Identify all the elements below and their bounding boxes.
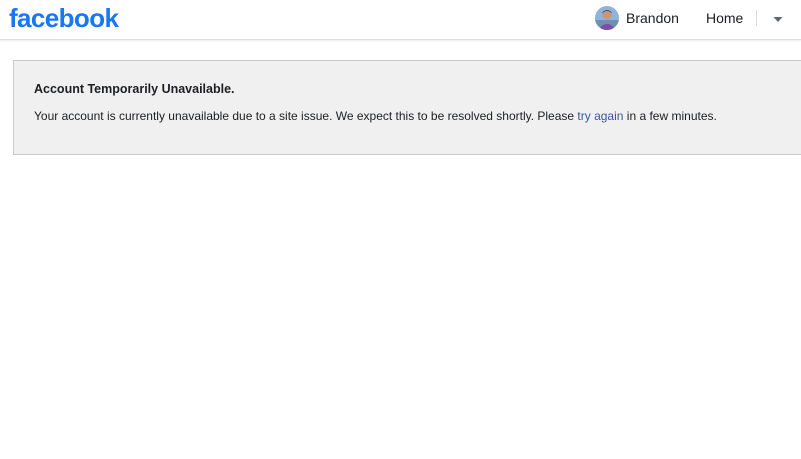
caret-down-icon[interactable] xyxy=(771,12,785,24)
notice-message: Your account is currently unavailable du… xyxy=(34,109,717,123)
try-again-link[interactable]: try again xyxy=(577,109,623,123)
notice-message-suffix: in a few minutes. xyxy=(623,109,717,123)
facebook-logo[interactable]: facebook xyxy=(9,2,119,34)
top-navigation-bar: facebook Brandon Home xyxy=(0,0,801,40)
notice-message-text: Your account is currently unavailable du… xyxy=(34,109,578,123)
avatar xyxy=(595,6,619,30)
profile-link[interactable]: Brandon xyxy=(595,5,679,31)
profile-name: Brandon xyxy=(626,10,679,26)
notice-title: Account Temporarily Unavailable. xyxy=(34,82,235,96)
account-unavailable-notice: Account Temporarily Unavailable. Your ac… xyxy=(13,60,801,155)
home-link[interactable]: Home xyxy=(706,10,743,26)
nav-divider xyxy=(756,10,757,26)
